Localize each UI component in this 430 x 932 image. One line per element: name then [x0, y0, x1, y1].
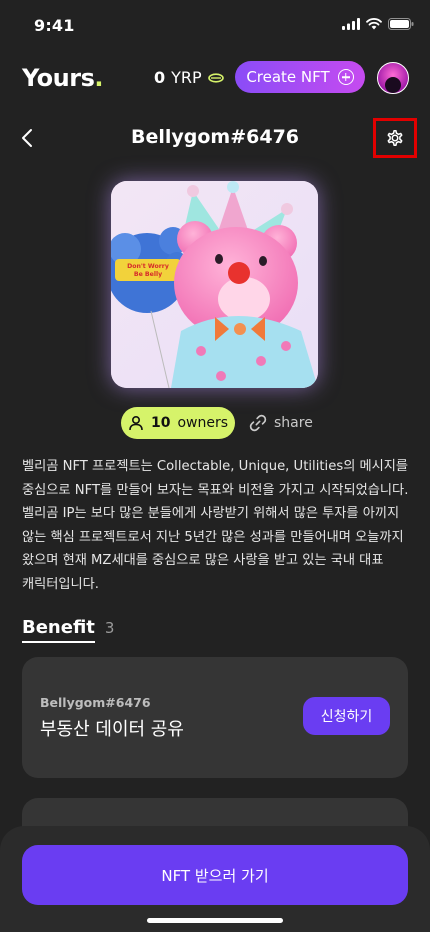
status-icons [342, 18, 414, 30]
settings-button[interactable] [373, 118, 417, 158]
status-bar: 9:41 [0, 0, 430, 50]
logo-text: Yours [22, 64, 95, 92]
user-icon [129, 415, 143, 431]
benefit-card-subtitle: Bellygom#6476 [40, 695, 151, 710]
page-title: Bellygom#6476 [130, 126, 300, 148]
bellygom-illustration: Don't Worry Be Belly [111, 181, 318, 388]
app-header: Yours. 0 YRP Create NFT [0, 56, 430, 100]
gear-icon [387, 129, 403, 147]
logo-dot: . [94, 64, 103, 92]
nft-image: Don't Worry Be Belly [111, 181, 318, 388]
link-icon [249, 414, 267, 432]
balloon-text: Don't Worry [127, 263, 169, 270]
owners-pill[interactable]: 10 owners [121, 407, 235, 439]
apply-button[interactable]: 신청하기 [303, 697, 390, 735]
benefit-card-title: 부동산 데이터 공유 [40, 719, 184, 740]
signal-icon [342, 18, 360, 30]
title-bar: Bellygom#6476 [0, 116, 430, 160]
balance: 0 YRP [154, 68, 224, 87]
share-label: share [274, 415, 313, 431]
share-button[interactable]: share [248, 413, 313, 433]
owners-label: owners [177, 415, 229, 431]
benefit-count: 3 [104, 619, 115, 637]
status-time: 9:41 [34, 16, 75, 35]
home-indicator [147, 918, 283, 923]
create-nft-label: Create NFT [246, 68, 330, 86]
benefit-title: Benefit [22, 617, 95, 643]
owners-count: 10 [150, 415, 171, 431]
balance-value: 0 [154, 68, 166, 87]
app-logo[interactable]: Yours. [22, 64, 103, 92]
svg-text:Be Belly: Be Belly [134, 271, 162, 278]
benefit-card: Bellygom#6476 부동산 데이터 공유 신청하기 [22, 657, 408, 778]
coin-icon [207, 72, 224, 83]
battery-icon [388, 18, 414, 30]
create-nft-button[interactable]: Create NFT [235, 61, 365, 93]
avatar[interactable] [377, 62, 409, 94]
balance-unit: YRP [171, 68, 202, 87]
nft-description: 벨리곰 NFT 프로젝트는 Collectable, Unique, Utili… [22, 459, 409, 592]
wifi-icon [366, 18, 382, 30]
benefit-header: Benefit 3 [22, 617, 114, 643]
receive-nft-button[interactable]: NFT 받으러 가기 [22, 845, 408, 905]
plus-circle-icon [337, 69, 354, 85]
